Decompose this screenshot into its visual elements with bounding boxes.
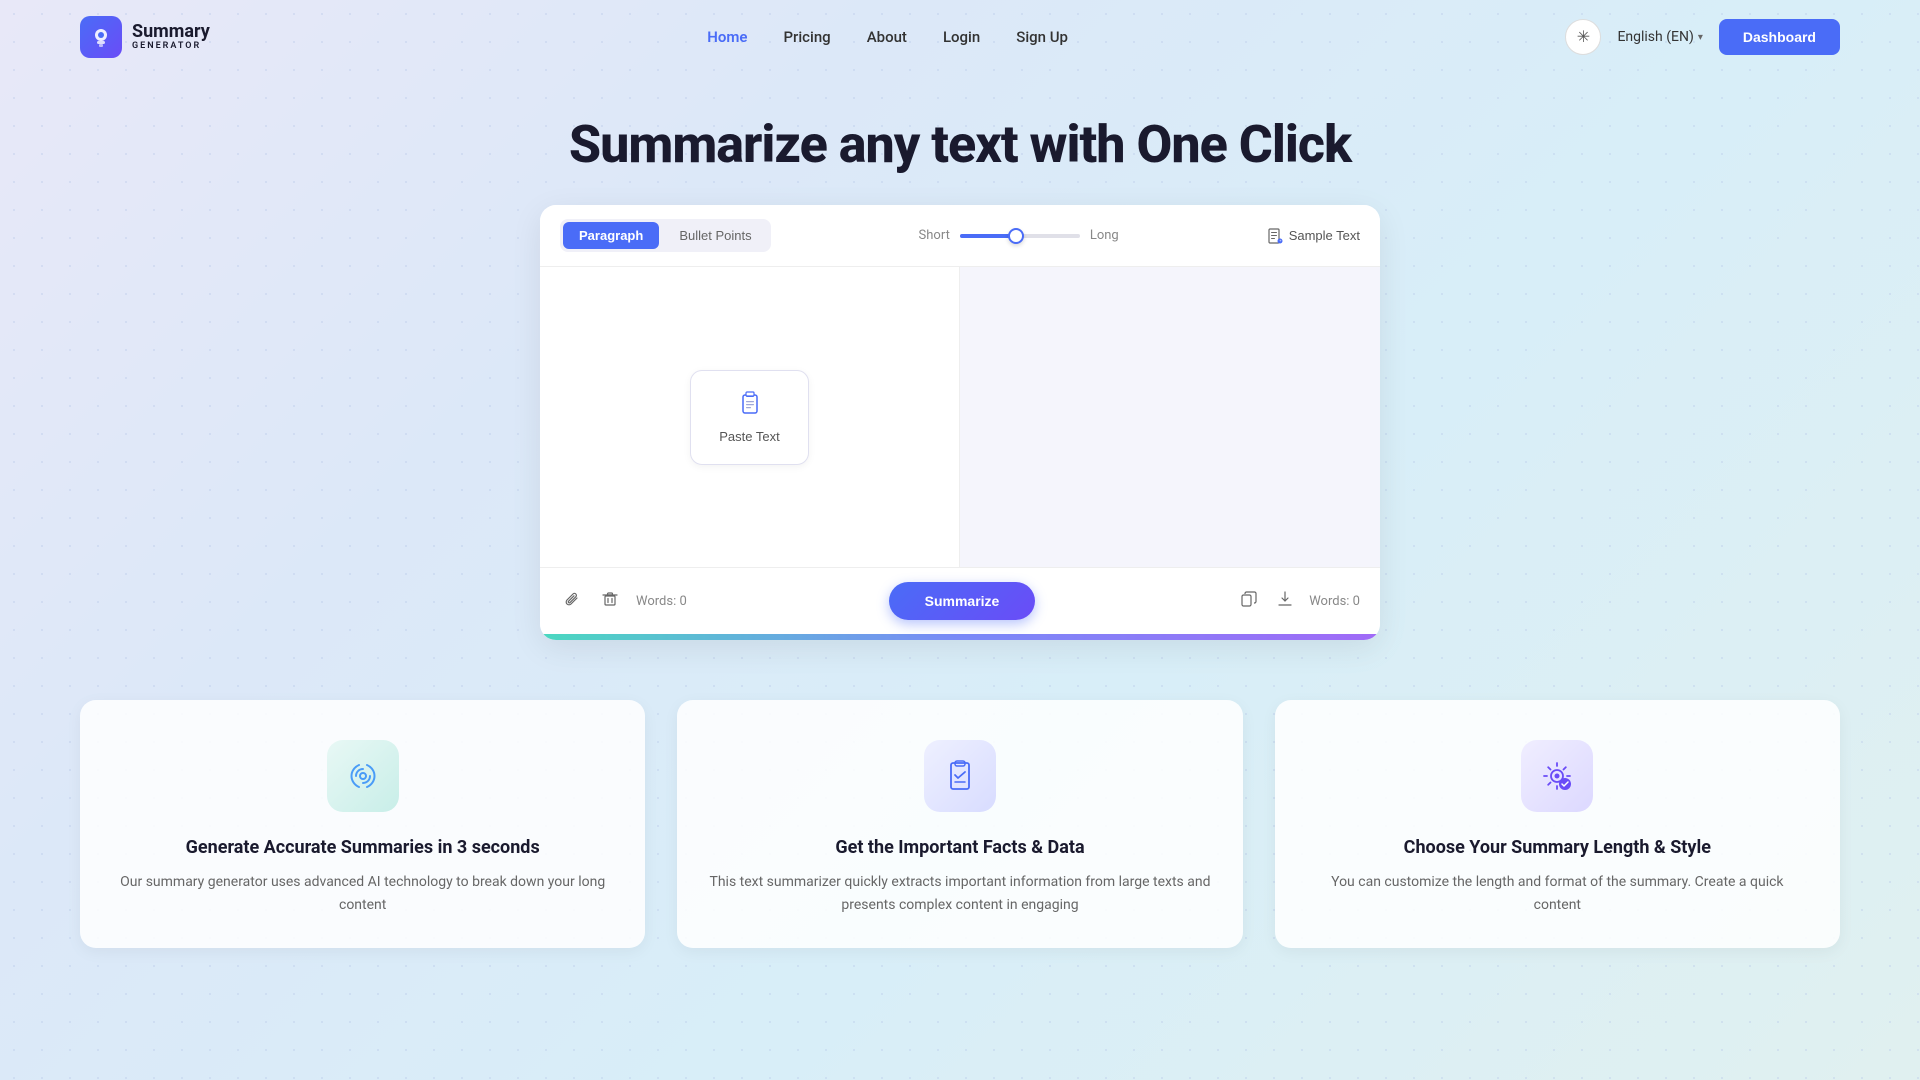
feature-desc-1: Our summary generator uses advanced AI t… — [112, 871, 613, 916]
nav-home[interactable]: Home — [707, 28, 747, 46]
feature-desc-2: This text summarizer quickly extracts im… — [709, 871, 1210, 916]
summarize-button[interactable]: Summarize — [889, 582, 1036, 620]
feature-card-3: Choose Your Summary Length & Style You c… — [1275, 700, 1840, 948]
attach-button[interactable] — [560, 587, 584, 616]
logo-icon — [80, 16, 122, 58]
feature-card-1: Generate Accurate Summaries in 3 seconds… — [80, 700, 645, 948]
feature-title-2: Get the Important Facts & Data — [835, 836, 1084, 859]
trash-icon — [602, 591, 618, 607]
language-label: English (EN) — [1617, 29, 1693, 45]
theme-toggle-button[interactable]: ✳ — [1565, 19, 1601, 55]
summarizer-card: Paragraph Bullet Points Short Long — [540, 205, 1380, 640]
nav-pricing[interactable]: Pricing — [783, 28, 830, 46]
sample-text-button[interactable]: + Sample Text — [1267, 228, 1360, 244]
bottom-right: Words: 0 — [1237, 587, 1360, 616]
format-tabs: Paragraph Bullet Points — [560, 219, 771, 252]
nav-signup[interactable]: Sign Up — [1016, 28, 1068, 46]
slider-short-label: Short — [919, 228, 950, 243]
nav-right: ✳ English (EN) ▾ Dashboard — [1565, 19, 1840, 55]
language-selector[interactable]: English (EN) ▾ — [1617, 29, 1702, 45]
nav-about[interactable]: About — [867, 28, 907, 46]
copy-button[interactable] — [1237, 587, 1261, 616]
input-panel[interactable]: Paste Text — [540, 267, 960, 567]
feature-icon-wrap-1 — [327, 740, 399, 812]
feature-icon-wrap-2 — [924, 740, 996, 812]
paste-text-label: Paste Text — [719, 429, 779, 444]
input-word-count: Words: 0 — [636, 594, 687, 609]
card-top-bar: Paragraph Bullet Points Short Long — [540, 205, 1380, 267]
logo-text: Summary GENERATOR — [132, 22, 210, 52]
logo-title: Summary — [132, 22, 210, 42]
dashboard-button[interactable]: Dashboard — [1719, 19, 1840, 55]
tab-paragraph[interactable]: Paragraph — [563, 222, 659, 249]
features-section: Generate Accurate Summaries in 3 seconds… — [0, 640, 1920, 948]
feature-title-3: Choose Your Summary Length & Style — [1404, 836, 1711, 859]
feature-icon-wrap-3 — [1521, 740, 1593, 812]
slider-long-label: Long — [1090, 228, 1119, 243]
copy-icon — [1241, 591, 1257, 607]
bottom-left: Words: 0 — [560, 587, 687, 616]
length-slider[interactable] — [960, 234, 1080, 238]
card-bottom-bar: Words: 0 Summarize Words: — [540, 567, 1380, 634]
gear-badge-icon — [1539, 758, 1575, 794]
feature-desc-3: You can customize the length and format … — [1307, 871, 1808, 916]
sample-text-label: Sample Text — [1289, 228, 1360, 243]
hero-section: Summarize any text with One Click Paragr… — [0, 74, 1920, 640]
fingerprint-icon — [345, 758, 381, 794]
navbar: Summary GENERATOR Home Pricing About Log… — [0, 0, 1920, 74]
download-button[interactable] — [1273, 587, 1297, 616]
length-slider-area: Short Long — [919, 228, 1119, 243]
logo[interactable]: Summary GENERATOR — [80, 16, 210, 58]
slider-fill — [960, 234, 1014, 238]
paperclip-icon — [564, 591, 580, 607]
output-panel — [960, 267, 1380, 567]
nav-login[interactable]: Login — [943, 28, 980, 46]
sample-text-icon: + — [1267, 228, 1283, 244]
paste-icon — [738, 391, 762, 421]
clear-button[interactable] — [598, 587, 622, 616]
slider-thumb[interactable] — [1008, 228, 1024, 244]
feature-card-2: Get the Important Facts & Data This text… — [677, 700, 1242, 948]
nav-links: Home Pricing About Login Sign Up — [707, 28, 1068, 46]
hero-title: Summarize any text with One Click — [20, 114, 1900, 175]
download-icon — [1277, 591, 1293, 607]
chevron-down-icon: ▾ — [1698, 32, 1703, 43]
feature-title-1: Generate Accurate Summaries in 3 seconds — [186, 836, 540, 859]
editor-area: Paste Text — [540, 267, 1380, 567]
clipboard-check-icon — [942, 758, 978, 794]
tab-bullet-points[interactable]: Bullet Points — [663, 222, 767, 249]
logo-subtitle: GENERATOR — [132, 42, 210, 52]
output-word-count: Words: 0 — [1309, 594, 1360, 609]
paste-text-button[interactable]: Paste Text — [690, 370, 808, 465]
